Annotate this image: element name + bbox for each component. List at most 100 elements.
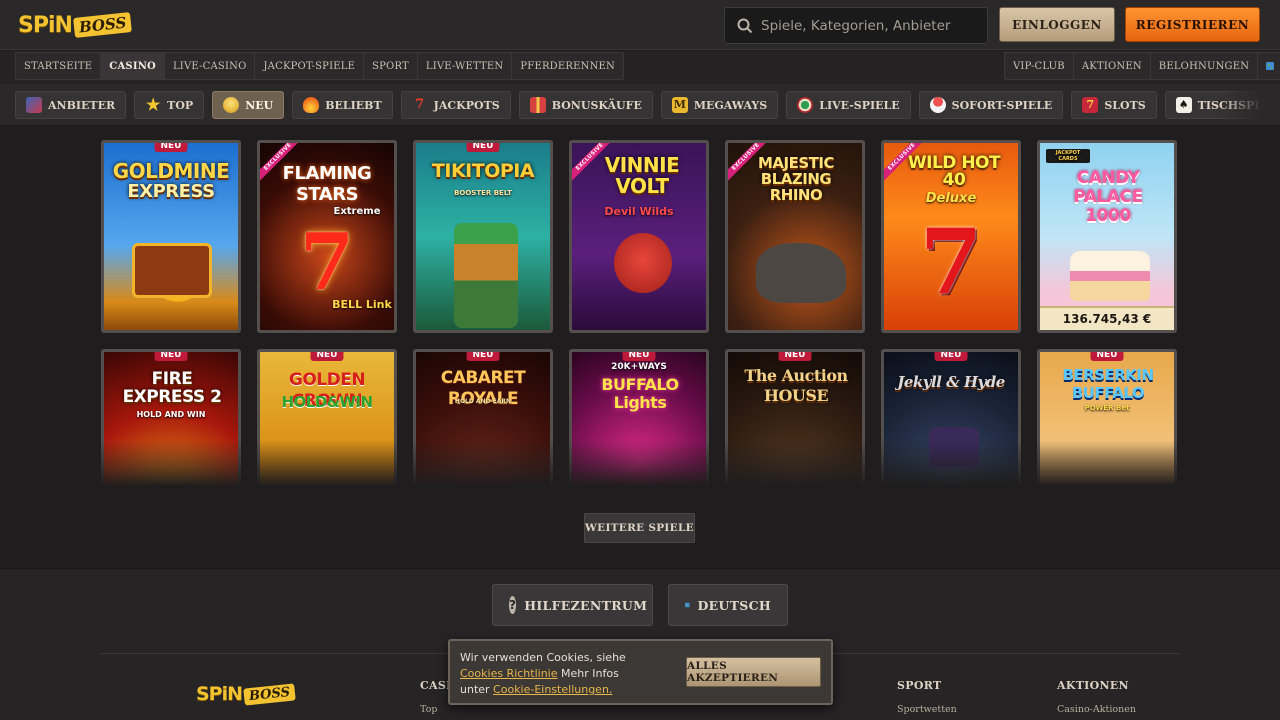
language-label: DEUTSCH: [697, 597, 771, 613]
logo-spin-text: SPiN: [18, 12, 73, 38]
game-tile-candy-palace-1000[interactable]: JACKPOT CARDS CANDY PALACE 1000 136.745,…: [1037, 140, 1177, 333]
category-top[interactable]: ★ TOP: [134, 91, 205, 119]
main-nav-left: STARTSEITE CASINO LIVE-CASINO JACKPOT-SP…: [15, 52, 624, 80]
category-label: JACKPOTS: [433, 98, 500, 112]
rhino-illustration: [756, 243, 846, 303]
nav-aktionen[interactable]: AKTIONEN: [1074, 53, 1151, 79]
game-grid: NEU GOLDMINE EXPRESS EXCLUSIVE FLAMING S…: [101, 140, 1181, 486]
game-subtitle: POWER Bet: [1084, 404, 1130, 412]
footer-heading: CASI: [420, 679, 452, 692]
nav-vip-club[interactable]: VIP-CLUB: [1005, 53, 1074, 79]
jackpot-cards-label: JACKPOT CARDS: [1046, 149, 1090, 163]
game-title: TIKITOPIA: [431, 160, 535, 182]
game-tile-flaming-stars[interactable]: EXCLUSIVE FLAMING STARS Extreme 7 BELL L…: [257, 140, 397, 333]
nav-live-wetten[interactable]: LIVE-WETTEN: [418, 53, 513, 79]
login-button[interactable]: EINLOGGEN: [999, 7, 1115, 42]
category-beliebt[interactable]: BELIEBT: [292, 91, 393, 119]
category-jackpots[interactable]: 7 JACKPOTS: [400, 91, 511, 119]
footer-heading: AKTIONEN: [1057, 679, 1129, 692]
cookie-policy-link[interactable]: Cookies Richtlinie: [460, 667, 558, 680]
language-globe-button[interactable]: [1258, 53, 1280, 79]
seven-symbol: 7: [919, 209, 983, 315]
language-button[interactable]: DEUTSCH: [668, 584, 788, 626]
category-label: BONUSKÄUFE: [551, 98, 642, 112]
category-live-spiele[interactable]: LIVE-SPIELE: [786, 91, 911, 119]
game-title: CANDY PALACE 1000: [1073, 168, 1143, 226]
logo-boss-text: BOSS: [73, 12, 133, 38]
category-bonuskaeufe[interactable]: BONUSKÄUFE: [518, 91, 653, 119]
game-title: BUFFALO Lights: [601, 375, 679, 412]
category-sofort-spiele[interactable]: SOFORT-SPIELE: [918, 91, 1064, 119]
nav-jackpot-spiele[interactable]: JACKPOT-SPIELE: [255, 53, 365, 79]
logo-boss-text: BOSS: [243, 682, 296, 706]
instant-icon: [929, 97, 946, 113]
globe-icon: [1266, 62, 1275, 70]
nav-live-casino[interactable]: LIVE-CASINO: [165, 53, 256, 79]
cookie-text-2: Mehr Infos: [561, 667, 619, 680]
game-title: VINNIE VOLT: [604, 153, 680, 198]
category-neu[interactable]: NEU: [212, 91, 285, 119]
more-games-button[interactable]: WEITERE SPIELE: [584, 513, 695, 543]
footer-link[interactable]: Sportwetten: [897, 704, 957, 715]
register-button[interactable]: REGISTRIEREN: [1125, 7, 1260, 42]
search-box[interactable]: [724, 7, 988, 44]
category-megaways[interactable]: M MEGAWAYS: [660, 91, 779, 119]
jackpot-amount: 136.745,43 €: [1040, 306, 1174, 330]
search-input[interactable]: [761, 17, 981, 34]
game-subtitle: HOLD AND EARN: [454, 398, 512, 405]
game-tile-tikitopia[interactable]: NEU TIKITOPIA BOOSTER BELT: [413, 140, 553, 333]
help-center-button[interactable]: ? HILFEZENTRUM: [492, 584, 653, 626]
footer-link[interactable]: Casino-Aktionen: [1057, 704, 1136, 715]
slot-icon: 7: [1082, 97, 1099, 113]
train-illustration: [132, 243, 212, 298]
footer-logo[interactable]: SPiN BOSS: [196, 679, 296, 709]
game-footer-text: BELL Link: [332, 298, 392, 311]
nav-casino[interactable]: CASINO: [101, 53, 165, 79]
category-label: MEGAWAYS: [693, 98, 768, 112]
category-label: TOP: [167, 98, 194, 112]
megaways-icon: M: [671, 97, 688, 113]
badge-new: NEU: [154, 352, 188, 361]
search-icon: [737, 18, 753, 33]
seven-icon: 7: [415, 97, 425, 112]
nav-belohnungen[interactable]: BELOHNUNGEN: [1151, 53, 1259, 79]
footer-heading: SPORT: [897, 679, 942, 692]
logo-spin-text: SPiN: [196, 683, 243, 705]
spinboss-logo[interactable]: SPiN BOSS: [18, 10, 133, 40]
game-tile-vinnie-volt[interactable]: EXCLUSIVE VINNIE VOLT Devil Wilds: [569, 140, 709, 333]
globe-icon: [685, 602, 690, 608]
badge-new: NEU: [154, 143, 188, 152]
badge-new: NEU: [310, 352, 344, 361]
gift-icon: [529, 97, 546, 113]
category-label: LIVE-SPIELE: [819, 98, 900, 112]
game-title: GOLDMINE: [112, 159, 230, 183]
seven-symbol: 7: [299, 217, 355, 308]
cookie-text: Wir verwenden Cookies, siehe Cookies Ric…: [460, 650, 680, 698]
category-label: BELIEBT: [325, 98, 382, 112]
game-tile-wild-hot-40[interactable]: EXCLUSIVE WILD HOT 40 Deluxe 7: [881, 140, 1021, 333]
nav-sport[interactable]: SPORT: [364, 53, 418, 79]
game-subtitle: HOLD&WIN: [281, 393, 373, 411]
tiki-mask-illustration: [454, 223, 518, 328]
game-tile-majestic-blazing-rhino[interactable]: EXCLUSIVE MAJESTIC BLAZING RHINO: [725, 140, 865, 333]
category-anbieter[interactable]: ANBIETER: [15, 91, 127, 119]
game-subtitle: Deluxe: [925, 191, 977, 206]
game-tile-goldmine-express[interactable]: NEU GOLDMINE EXPRESS: [101, 140, 241, 333]
category-bar: ANBIETER ★ TOP NEU BELIEBT 7 JACKPOTS BO…: [0, 84, 1280, 126]
category-label: SLOTS: [1104, 98, 1146, 112]
help-center-label: HILFEZENTRUM: [524, 597, 648, 613]
category-scroll-fade: [1220, 84, 1280, 125]
bulb-icon: [223, 97, 240, 113]
cookie-banner: Wir verwenden Cookies, siehe Cookies Ric…: [448, 639, 833, 705]
accept-all-cookies-button[interactable]: ALLES AKZEPTIEREN: [686, 657, 821, 687]
cookie-text-1: Wir verwenden Cookies, siehe: [460, 651, 626, 664]
provider-icon: [26, 97, 42, 113]
nav-pferderennen[interactable]: PFERDERENNEN: [512, 53, 623, 79]
badge-new: NEU: [778, 352, 812, 361]
category-slots[interactable]: 7 SLOTS: [1071, 91, 1157, 119]
nav-startseite[interactable]: STARTSEITE: [16, 53, 102, 79]
cookie-settings-link[interactable]: Cookie-Einstellungen.: [493, 683, 612, 696]
main-nav-right: VIP-CLUB AKTIONEN BELOHNUNGEN: [1004, 52, 1280, 80]
footer-link[interactable]: Top: [420, 704, 452, 715]
game-subtitle: Extreme: [333, 206, 381, 217]
